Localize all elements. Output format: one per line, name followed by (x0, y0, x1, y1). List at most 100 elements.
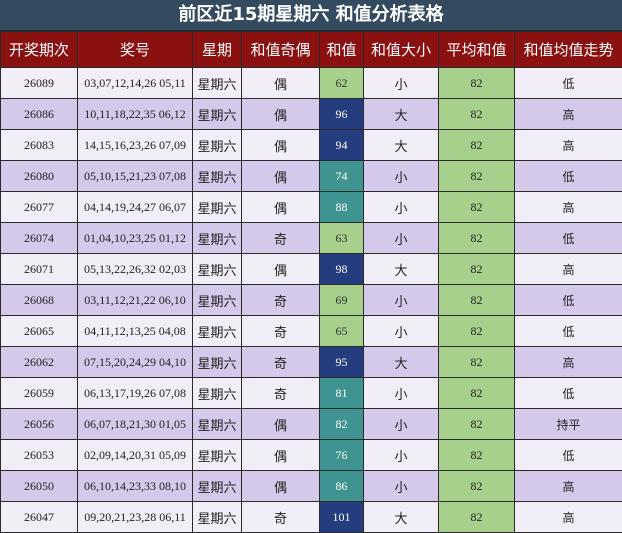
trend-cell: 高 (515, 99, 622, 130)
sum-cell: 65 (320, 316, 364, 347)
size-cell: 小 (364, 316, 439, 347)
weekday-cell: 星期六 (193, 409, 242, 440)
header-parity: 和值奇偶 (242, 32, 320, 68)
size-cell: 大 (364, 347, 439, 378)
issue-cell: 26053 (1, 440, 78, 471)
issue-cell: 26050 (1, 471, 78, 502)
trend-cell: 持平 (515, 409, 622, 440)
parity-cell: 奇 (242, 285, 320, 316)
trend-cell: 高 (515, 347, 622, 378)
trend-cell: 低 (515, 378, 622, 409)
numbers-cell: 01,04,10,23,25 01,12 (78, 223, 193, 254)
table-row: 2605606,07,18,21,30 01,05星期六偶82小82持平 (1, 409, 622, 440)
avg-cell: 82 (439, 99, 515, 130)
numbers-cell: 10,11,18,22,35 06,12 (78, 99, 193, 130)
parity-cell: 偶 (242, 471, 320, 502)
parity-cell: 奇 (242, 347, 320, 378)
sum-analysis-table: 开奖期次 奖号 星期 和值奇偶 和值 和值大小 平均和值 和值均值走势 2608… (0, 31, 622, 533)
size-cell: 大 (364, 130, 439, 161)
weekday-cell: 星期六 (193, 68, 242, 99)
table-title: 前区近15期星期六 和值分析表格 (0, 0, 622, 31)
sum-cell: 96 (320, 99, 364, 130)
avg-cell: 82 (439, 254, 515, 285)
trend-cell: 低 (515, 161, 622, 192)
size-cell: 小 (364, 161, 439, 192)
avg-cell: 82 (439, 316, 515, 347)
trend-cell: 低 (515, 223, 622, 254)
sum-cell: 101 (320, 502, 364, 533)
table-row: 2606207,15,20,24,29 04,10星期六奇95大82高 (1, 347, 622, 378)
weekday-cell: 星期六 (193, 223, 242, 254)
numbers-cell: 06,13,17,19,26 07,08 (78, 378, 193, 409)
trend-cell: 高 (515, 502, 622, 533)
weekday-cell: 星期六 (193, 254, 242, 285)
numbers-cell: 04,14,19,24,27 06,07 (78, 192, 193, 223)
numbers-cell: 04,11,12,13,25 04,08 (78, 316, 193, 347)
avg-cell: 82 (439, 440, 515, 471)
issue-cell: 26047 (1, 502, 78, 533)
issue-cell: 26059 (1, 378, 78, 409)
table-row: 2604709,20,21,23,28 06,11星期六奇101大82高 (1, 502, 622, 533)
parity-cell: 奇 (242, 316, 320, 347)
numbers-cell: 07,15,20,24,29 04,10 (78, 347, 193, 378)
size-cell: 大 (364, 99, 439, 130)
size-cell: 小 (364, 223, 439, 254)
parity-cell: 偶 (242, 409, 320, 440)
header-issue: 开奖期次 (1, 32, 78, 68)
sum-cell: 74 (320, 161, 364, 192)
avg-cell: 82 (439, 502, 515, 533)
trend-cell: 高 (515, 130, 622, 161)
sum-cell: 63 (320, 223, 364, 254)
avg-cell: 82 (439, 130, 515, 161)
weekday-cell: 星期六 (193, 471, 242, 502)
size-cell: 小 (364, 409, 439, 440)
weekday-cell: 星期六 (193, 192, 242, 223)
issue-cell: 26068 (1, 285, 78, 316)
table-row: 2606803,11,12,21,22 06,10星期六奇69小82低 (1, 285, 622, 316)
avg-cell: 82 (439, 161, 515, 192)
issue-cell: 26083 (1, 130, 78, 161)
table-row: 2607401,04,10,23,25 01,12星期六奇63小82低 (1, 223, 622, 254)
numbers-cell: 14,15,16,23,26 07,09 (78, 130, 193, 161)
header-row: 开奖期次 奖号 星期 和值奇偶 和值 和值大小 平均和值 和值均值走势 (1, 32, 622, 68)
trend-cell: 低 (515, 316, 622, 347)
parity-cell: 偶 (242, 161, 320, 192)
issue-cell: 26065 (1, 316, 78, 347)
sum-cell: 98 (320, 254, 364, 285)
parity-cell: 奇 (242, 502, 320, 533)
weekday-cell: 星期六 (193, 502, 242, 533)
size-cell: 小 (364, 192, 439, 223)
numbers-cell: 06,10,14,23,33 08,10 (78, 471, 193, 502)
table-row: 2606504,11,12,13,25 04,08星期六奇65小82低 (1, 316, 622, 347)
trend-cell: 高 (515, 254, 622, 285)
numbers-cell: 09,20,21,23,28 06,11 (78, 502, 193, 533)
issue-cell: 26071 (1, 254, 78, 285)
sum-cell: 82 (320, 409, 364, 440)
table-row: 2608005,10,15,21,23 07,08星期六偶74小82低 (1, 161, 622, 192)
numbers-cell: 03,11,12,21,22 06,10 (78, 285, 193, 316)
sum-cell: 76 (320, 440, 364, 471)
table-row: 2607704,14,19,24,27 06,07星期六偶88小82高 (1, 192, 622, 223)
size-cell: 小 (364, 471, 439, 502)
table-row: 2605006,10,14,23,33 08,10星期六偶86小82高 (1, 471, 622, 502)
weekday-cell: 星期六 (193, 347, 242, 378)
avg-cell: 82 (439, 347, 515, 378)
size-cell: 小 (364, 285, 439, 316)
table-row: 2608610,11,18,22,35 06,12星期六偶96大82高 (1, 99, 622, 130)
sum-cell: 88 (320, 192, 364, 223)
sum-cell: 62 (320, 68, 364, 99)
trend-cell: 低 (515, 440, 622, 471)
weekday-cell: 星期六 (193, 440, 242, 471)
weekday-cell: 星期六 (193, 378, 242, 409)
avg-cell: 82 (439, 285, 515, 316)
avg-cell: 82 (439, 68, 515, 99)
parity-cell: 偶 (242, 99, 320, 130)
size-cell: 大 (364, 254, 439, 285)
parity-cell: 偶 (242, 68, 320, 99)
sum-cell: 94 (320, 130, 364, 161)
numbers-cell: 02,09,14,20,31 05,09 (78, 440, 193, 471)
avg-cell: 82 (439, 192, 515, 223)
header-sum: 和值 (320, 32, 364, 68)
table-row: 2607105,13,22,26,32 02,03星期六偶98大82高 (1, 254, 622, 285)
weekday-cell: 星期六 (193, 99, 242, 130)
